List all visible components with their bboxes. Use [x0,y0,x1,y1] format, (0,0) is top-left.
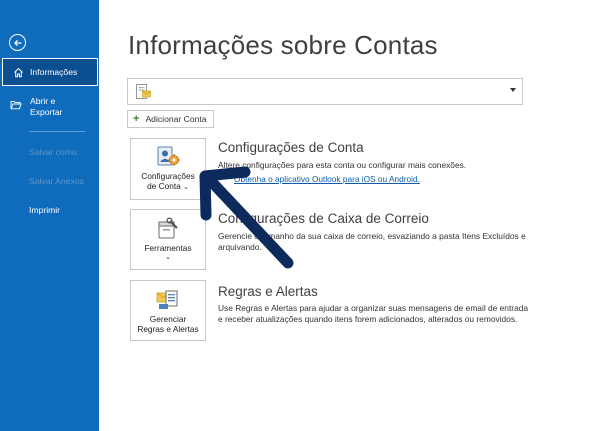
sidebar-item-informacoes[interactable]: Informações [2,58,98,86]
main-panel: Informações sobre Contas + Adicionar Con… [99,0,600,431]
add-account-button[interactable]: + Adicionar Conta [127,110,214,128]
tile-label-line1: Ferramentas [144,243,192,253]
rules-alerts-icon [156,290,178,309]
section-desc-mailbox-settings: Gerencie o tamanho da sua caixa de corre… [218,231,526,252]
section-title-account-settings: Configurações de Conta [218,140,364,155]
back-arrow-icon [13,39,21,46]
tile-label-line2: de Conta ⌄ [147,181,189,191]
section-desc-rules-alerts: Use Regras e Alertas para ajudar a organ… [218,303,529,324]
sidebar-item-abrir-exportar[interactable]: Abrir e Exportar [0,96,99,118]
plus-icon: + [133,113,140,125]
account-selector[interactable] [127,78,523,105]
account-settings-button[interactable]: Configurações de Conta ⌄ [130,138,206,200]
section-desc-account-settings: Altere configurações para esta conta ou … [218,160,467,170]
add-account-label: Adicionar Conta [145,114,207,124]
sidebar-item-label: Abrir e Exportar [30,96,63,117]
page-title: Informações sobre Contas [128,30,438,60]
account-icon [136,84,151,99]
sidebar-divider [29,131,85,132]
manage-rules-alerts-button[interactable]: Gerenciar Regras e Alertas [130,280,206,341]
sidebar-item-imprimir[interactable]: Imprimir [29,205,60,215]
back-button[interactable] [9,34,26,51]
chevron-down-icon: ⌄ [165,254,171,261]
sidebar: Informações Abrir e Exportar Salvar como… [0,0,99,431]
sidebar-item-salvar-anexos: Salvar Anexos [29,176,84,186]
chevron-down-icon [510,88,516,92]
section-title-mailbox-settings: Configurações de Caixa de Correio [218,211,429,226]
outlook-mobile-link[interactable]: Obtenha o aplicativo Outlook para iOS ou… [234,174,420,184]
account-settings-icon [157,146,180,166]
chevron-down-icon: ⌄ [183,184,189,191]
tile-label-line1: Gerenciar [149,314,187,324]
folder-open-icon [10,101,22,110]
tile-label-line1: Configurações [141,171,195,181]
section-title-rules-alerts: Regras e Alertas [218,284,318,299]
tile-label-line2: Regras e Alertas [137,324,199,334]
tools-icon [158,217,178,239]
sidebar-item-salvar-como: Salvar como [29,147,77,157]
tools-button[interactable]: Ferramentas ⌄ [130,209,206,270]
home-icon [14,67,23,77]
sidebar-item-label: Informações [30,67,78,77]
